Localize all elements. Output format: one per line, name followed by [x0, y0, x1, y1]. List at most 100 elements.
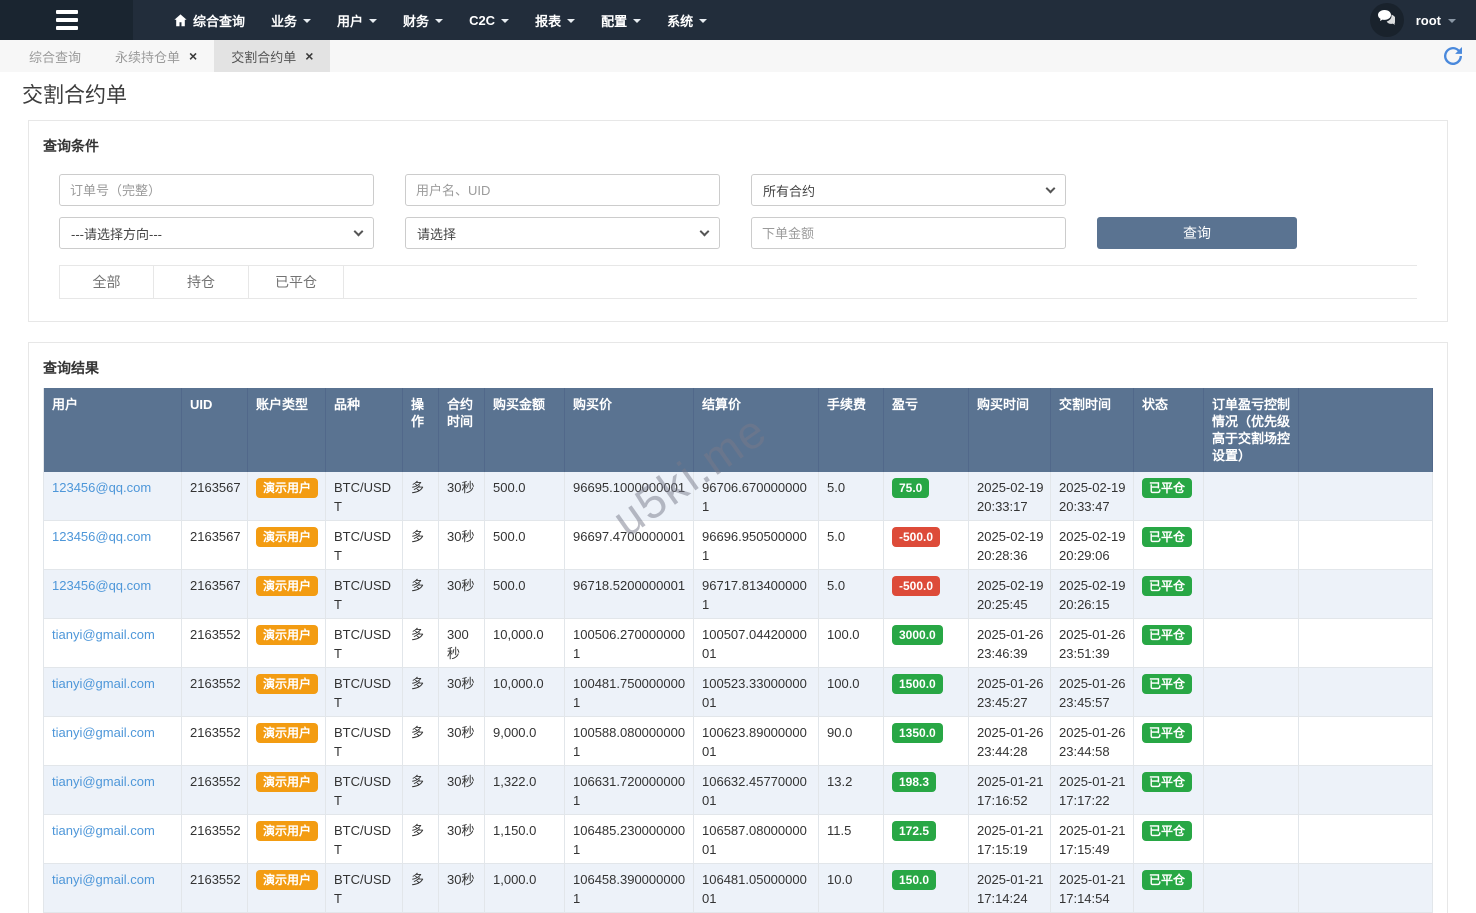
cell-status: 已平仓 [1134, 521, 1204, 570]
user-email-link[interactable]: tianyi@gmail.com [52, 872, 155, 887]
settle-clock: 23:51:39 [1059, 644, 1127, 663]
cell-fee: 100.0 [819, 668, 884, 717]
settle-date: 2025-02-19 [1059, 478, 1127, 497]
account-type-badge: 演示用户 [256, 527, 318, 547]
cell-symbol: BTC/USDT [326, 766, 403, 815]
cell-buy-price: 106631.7200000001 [565, 766, 694, 815]
pnl-badge: 75.0 [892, 478, 929, 498]
user-email-link[interactable]: 123456@qq.com [52, 578, 151, 593]
table-row: tianyi@gmail.com2163552演示用户BTC/USDT多30秒1… [44, 766, 1433, 815]
top-navbar: 综合查询业务 用户财务C2C报表配置系统 root [0, 0, 1476, 40]
cell-duration: 30秒 [439, 864, 485, 913]
cell-buy-time: 2025-01-2623:46:39 [969, 619, 1051, 668]
settle-clock: 20:26:15 [1059, 595, 1127, 614]
status-select[interactable]: 请选择 [405, 217, 720, 249]
cell-settle-price: 106481.0500000001 [694, 864, 819, 913]
column-header-1: UID [182, 388, 248, 472]
nav-item-c2c[interactable]: C2C [456, 0, 522, 40]
cell-duration: 300秒 [439, 619, 485, 668]
buy-clock: 17:15:19 [977, 840, 1044, 859]
cell-fee: 10.0 [819, 864, 884, 913]
cell-settle-time: 2025-02-1920:33:47 [1051, 472, 1134, 521]
main-nav: 综合查询业务 用户财务C2C报表配置系统 [133, 0, 720, 40]
user-email-link[interactable]: tianyi@gmail.com [52, 823, 155, 838]
nav-item-config[interactable]: 配置 [588, 0, 654, 40]
close-icon[interactable]: × [305, 49, 313, 63]
user-email-link[interactable]: 123456@qq.com [52, 480, 151, 495]
cell-pnl: 150.0 [884, 864, 969, 913]
cell-account-type: 演示用户 [248, 864, 326, 913]
user-email-link[interactable]: tianyi@gmail.com [52, 676, 155, 691]
chevron-down-icon [699, 19, 707, 23]
status-badge: 已平仓 [1142, 576, 1192, 596]
user-email-link[interactable]: tianyi@gmail.com [52, 627, 155, 642]
cell-uid: 2163552 [182, 668, 248, 717]
nav-item-users[interactable]: 用户 [324, 0, 390, 40]
order-no-input[interactable] [59, 174, 374, 206]
cell-buy-price: 96697.4700000001 [565, 521, 694, 570]
messages-button[interactable] [1370, 3, 1404, 37]
nav-item-business[interactable]: 业务 [258, 0, 324, 40]
column-header-10: 盈亏 [884, 388, 969, 472]
cell-pnl-control [1204, 619, 1299, 668]
cell-buy-time: 2025-02-1920:28:36 [969, 521, 1051, 570]
cell-user: tianyi@gmail.com [44, 864, 182, 913]
buy-clock: 17:14:24 [977, 889, 1044, 908]
username-uid-input[interactable] [405, 174, 720, 206]
refresh-button[interactable] [1444, 47, 1462, 70]
filter-tab-closed[interactable]: 已平仓 [249, 266, 344, 298]
column-header-5: 合约时间 [439, 388, 485, 472]
cell-pnl-control [1204, 472, 1299, 521]
nav-item-reports[interactable]: 报表 [522, 0, 588, 40]
cell-direction: 多 [403, 619, 439, 668]
user-email-link[interactable]: 123456@qq.com [52, 529, 151, 544]
column-header-9: 手续费 [819, 388, 884, 472]
cell-amount: 9,000.0 [485, 717, 565, 766]
cell-extra [1299, 668, 1433, 717]
search-button[interactable]: 查询 [1097, 217, 1297, 249]
column-header-12: 交割时间 [1051, 388, 1134, 472]
nav-item-label: 业务 [271, 11, 297, 30]
cell-direction: 多 [403, 864, 439, 913]
cell-symbol: BTC/USDT [326, 815, 403, 864]
user-menu[interactable]: root [1416, 13, 1456, 28]
close-icon[interactable]: × [189, 49, 197, 63]
user-email-link[interactable]: tianyi@gmail.com [52, 774, 155, 789]
cell-direction: 多 [403, 521, 439, 570]
order-amount-input[interactable] [751, 217, 1066, 249]
settle-date: 2025-02-19 [1059, 527, 1127, 546]
cell-amount: 1,150.0 [485, 815, 565, 864]
filter-tab-holding[interactable]: 持仓 [154, 266, 249, 298]
cell-account-type: 演示用户 [248, 570, 326, 619]
cell-fee: 5.0 [819, 521, 884, 570]
status-badge: 已平仓 [1142, 870, 1192, 890]
user-email-link[interactable]: tianyi@gmail.com [52, 725, 155, 740]
column-header-7: 购买价 [565, 388, 694, 472]
cell-account-type: 演示用户 [248, 521, 326, 570]
cell-buy-time: 2025-01-2623:44:28 [969, 717, 1051, 766]
direction-select[interactable]: ---请选择方向--- [59, 217, 374, 249]
settle-date: 2025-01-26 [1059, 625, 1127, 644]
nav-item-overview[interactable]: 综合查询 [161, 0, 258, 40]
cell-buy-price: 106485.2300000001 [565, 815, 694, 864]
cell-duration: 30秒 [439, 570, 485, 619]
contract-select[interactable]: 所有合约 [751, 174, 1066, 206]
cell-buy-time: 2025-02-1920:33:17 [969, 472, 1051, 521]
filter-tab-all[interactable]: 全部 [59, 266, 154, 298]
cell-pnl: 172.5 [884, 815, 969, 864]
cell-extra [1299, 619, 1433, 668]
tab-perpetual-positions[interactable]: 永续持仓单 × [98, 40, 214, 72]
tab-overview[interactable]: 综合查询 [12, 40, 98, 72]
cell-account-type: 演示用户 [248, 472, 326, 521]
cell-user: 123456@qq.com [44, 570, 182, 619]
settle-clock: 17:14:54 [1059, 889, 1127, 908]
account-type-badge: 演示用户 [256, 674, 318, 694]
hamburger-menu-button[interactable] [0, 0, 133, 40]
cell-status: 已平仓 [1134, 766, 1204, 815]
cell-duration: 30秒 [439, 766, 485, 815]
nav-item-finance[interactable]: 财务 [390, 0, 456, 40]
nav-item-system[interactable]: 系统 [654, 0, 720, 40]
tab-delivery-contracts[interactable]: 交割合约单× [214, 40, 330, 72]
tab-label: 永续持仓单 [115, 47, 180, 66]
cell-settle-price: 96696.9505000001 [694, 521, 819, 570]
